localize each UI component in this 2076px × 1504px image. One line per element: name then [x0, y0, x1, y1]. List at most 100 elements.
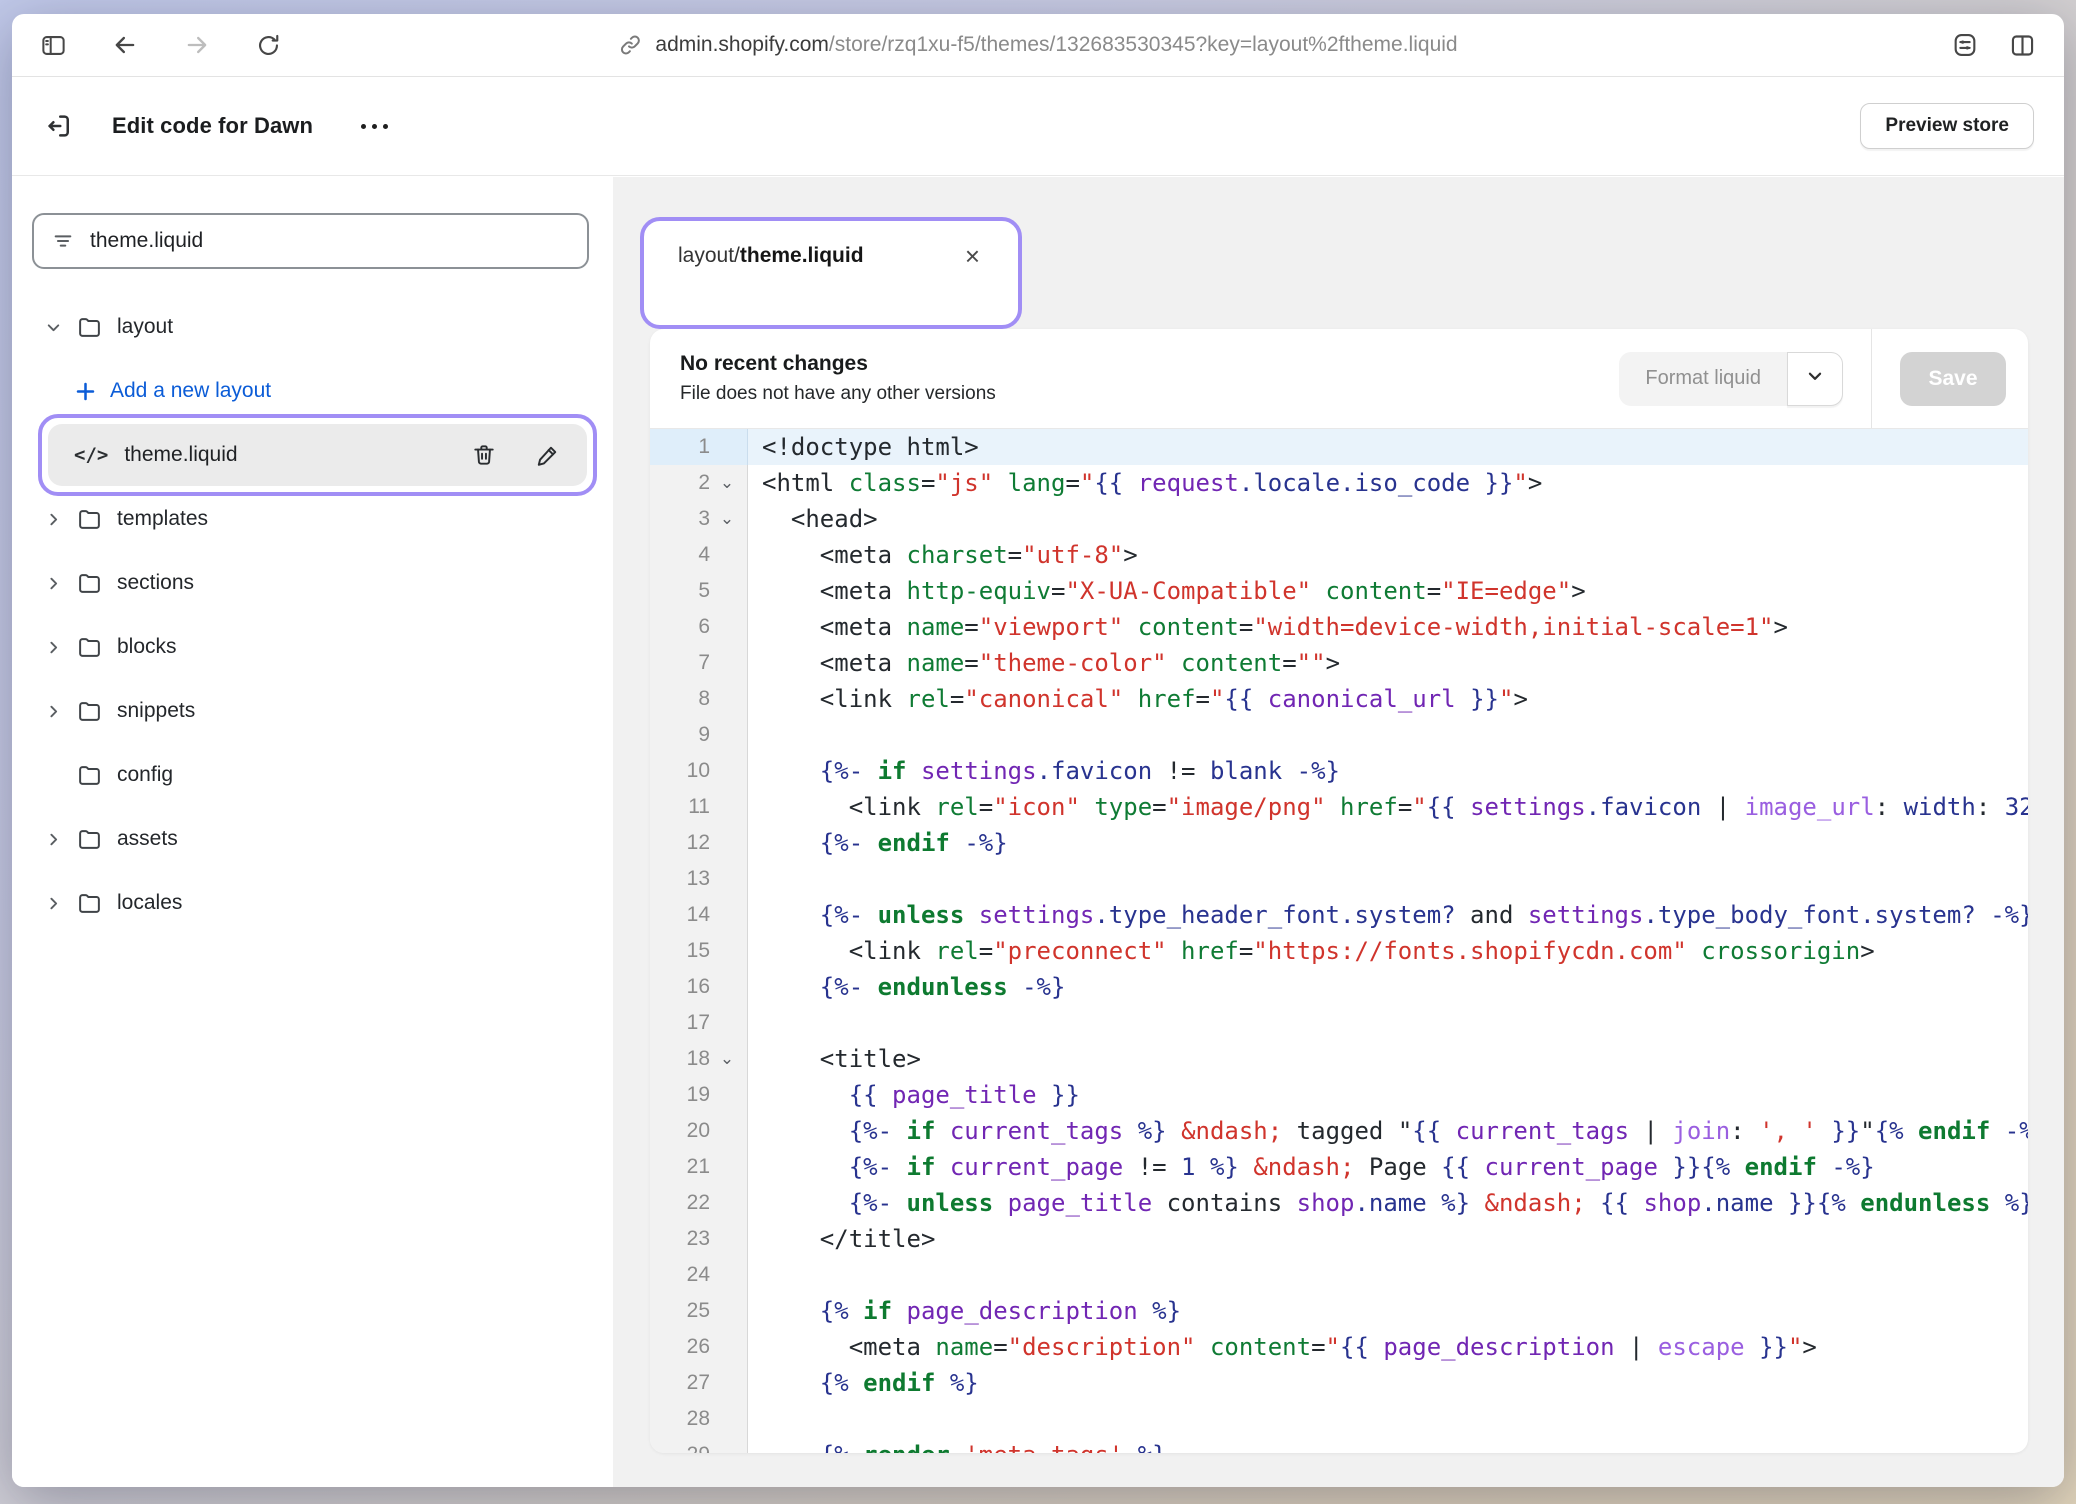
folder-icon	[74, 891, 104, 916]
code-line-text: <meta charset="utf-8">	[748, 541, 1138, 569]
reload-icon[interactable]	[255, 32, 282, 59]
search-input[interactable]	[90, 229, 569, 253]
sidebar-toggle-icon[interactable]	[40, 32, 67, 59]
gutter: 4	[650, 537, 748, 573]
code-line-3[interactable]: 3⌄ <head>	[650, 501, 2028, 537]
line-number: 8	[650, 687, 710, 711]
chevron-right-icon[interactable]	[40, 575, 66, 592]
sidebar-item-templates[interactable]: templates	[12, 487, 613, 551]
code-line-25[interactable]: 25 {% if page_description %}	[650, 1293, 2028, 1329]
selected-file-annotation-ring: </>theme.liquid	[38, 414, 597, 496]
sidebar-item-assets[interactable]: assets	[12, 807, 613, 871]
tree-item-label: config	[117, 763, 173, 787]
gutter: 21	[650, 1149, 748, 1185]
exit-icon[interactable]	[44, 111, 74, 141]
code-editor[interactable]: 1<!doctype html>2⌄<html class="js" lang=…	[650, 429, 2028, 1453]
code-line-18[interactable]: 18⌄ <title>	[650, 1041, 2028, 1077]
file-search-field[interactable]	[32, 213, 589, 269]
rename-icon[interactable]	[535, 442, 561, 468]
delete-icon[interactable]	[471, 442, 497, 468]
tree-item-label: Add a new layout	[110, 379, 271, 403]
page-settings-icon[interactable]	[1951, 31, 1979, 59]
code-line-text: {%- if current_page != 1 %} &ndash; Page…	[748, 1153, 1875, 1181]
code-line-19[interactable]: 19 {{ page_title }}	[650, 1077, 2028, 1113]
code-line-22[interactable]: 22 {%- unless page_title contains shop.n…	[650, 1185, 2028, 1221]
back-icon[interactable]	[111, 31, 139, 59]
code-line-text: <meta name="viewport" content="width=dev…	[748, 613, 1788, 641]
code-line-17[interactable]: 17	[650, 1005, 2028, 1041]
sidebar-item-layout[interactable]: layout	[12, 295, 613, 359]
code-line-15[interactable]: 15 <link rel="preconnect" href="https://…	[650, 933, 2028, 969]
format-liquid-button[interactable]: Format liquid	[1619, 352, 1787, 406]
chevron-right-icon[interactable]	[40, 703, 66, 720]
gutter: 5	[650, 573, 748, 609]
code-line-text: {%- if settings.favicon != blank -%}	[748, 757, 1340, 785]
code-line-text: {% render 'meta-tags' %}	[748, 1441, 1167, 1453]
chevron-down-icon	[1806, 367, 1824, 390]
code-line-21[interactable]: 21 {%- if current_page != 1 %} &ndash; P…	[650, 1149, 2028, 1185]
sidebar-item-config[interactable]: config	[12, 743, 613, 807]
code-line-5[interactable]: 5 <meta http-equiv="X-UA-Compatible" con…	[650, 573, 2028, 609]
tree-item-label: sections	[117, 571, 194, 595]
tab-layout-theme-liquid[interactable]: layout/theme.liquid ×	[644, 227, 1018, 285]
fold-toggle-icon[interactable]: ⌄	[710, 509, 744, 529]
save-button[interactable]: Save	[1900, 352, 2006, 406]
gutter: 14	[650, 897, 748, 933]
address-bar[interactable]: admin.shopify.com/store/rzq1xu-f5/themes…	[618, 14, 1457, 76]
fold-toggle-icon[interactable]: ⌄	[710, 1049, 744, 1069]
code-line-24[interactable]: 24	[650, 1257, 2028, 1293]
chevron-right-icon[interactable]	[40, 831, 66, 848]
line-number: 17	[650, 1011, 710, 1035]
tab-annotation-ring: layout/theme.liquid ×	[640, 217, 1022, 329]
code-line-20[interactable]: 20 {%- if current_tags %} &ndash; tagged…	[650, 1113, 2028, 1149]
chevron-right-icon[interactable]	[40, 639, 66, 656]
format-dropdown-button[interactable]	[1787, 352, 1843, 406]
line-number: 21	[650, 1155, 710, 1179]
sidebar-item-blocks[interactable]: blocks	[12, 615, 613, 679]
line-number: 27	[650, 1371, 710, 1395]
line-number: 20	[650, 1119, 710, 1143]
code-line-text: <head>	[748, 505, 878, 533]
gutter: 2⌄	[650, 465, 748, 501]
chevron-right-icon[interactable]	[40, 511, 66, 528]
split-view-icon[interactable]	[2009, 32, 2036, 59]
line-number: 15	[650, 939, 710, 963]
code-line-8[interactable]: 8 <link rel="canonical" href="{{ canonic…	[650, 681, 2028, 717]
code-line-10[interactable]: 10 {%- if settings.favicon != blank -%}	[650, 753, 2028, 789]
preview-store-button[interactable]: Preview store	[1860, 103, 2034, 149]
sidebar-item-locales[interactable]: locales	[12, 871, 613, 935]
sidebar-item-theme-liquid[interactable]: </>theme.liquid	[48, 424, 587, 486]
code-line-6[interactable]: 6 <meta name="viewport" content="width=d…	[650, 609, 2028, 645]
code-line-2[interactable]: 2⌄<html class="js" lang="{{ request.loca…	[650, 465, 2028, 501]
code-line-23[interactable]: 23 </title>	[650, 1221, 2028, 1257]
sidebar-item-snippets[interactable]: snippets	[12, 679, 613, 743]
code-line-text: <link rel="canonical" href="{{ canonical…	[748, 685, 1528, 713]
close-icon[interactable]: ×	[961, 241, 984, 271]
chevron-right-icon[interactable]	[40, 895, 66, 912]
code-line-7[interactable]: 7 <meta name="theme-color" content="">	[650, 645, 2028, 681]
code-line-27[interactable]: 27 {% endif %}	[650, 1365, 2028, 1401]
code-line-16[interactable]: 16 {%- endunless -%}	[650, 969, 2028, 1005]
code-line-14[interactable]: 14 {%- unless settings.type_header_font.…	[650, 897, 2028, 933]
code-line-text: <meta http-equiv="X-UA-Compatible" conte…	[748, 577, 1586, 605]
code-line-26[interactable]: 26 <meta name="description" content="{{ …	[650, 1329, 2028, 1365]
code-line-text: {%- endif -%}	[748, 829, 1008, 857]
folder-icon	[74, 699, 104, 724]
code-line-29[interactable]: 29 {% render 'meta-tags' %}	[650, 1437, 2028, 1453]
sidebar-item-sections[interactable]: sections	[12, 551, 613, 615]
more-actions-icon[interactable]	[355, 118, 394, 135]
gutter: 26	[650, 1329, 748, 1365]
code-line-13[interactable]: 13	[650, 861, 2028, 897]
code-line-9[interactable]: 9	[650, 717, 2028, 753]
gutter: 20	[650, 1113, 748, 1149]
status-title: No recent changes	[680, 352, 996, 376]
code-line-11[interactable]: 11 <link rel="icon" type="image/png" hre…	[650, 789, 2028, 825]
chevron-down-icon[interactable]	[40, 319, 66, 336]
line-number: 2	[650, 471, 710, 495]
code-line-1[interactable]: 1<!doctype html>	[650, 429, 2028, 465]
fold-toggle-icon[interactable]: ⌄	[710, 473, 744, 493]
code-line-12[interactable]: 12 {%- endif -%}	[650, 825, 2028, 861]
code-line-28[interactable]: 28	[650, 1401, 2028, 1437]
code-line-text: {%- endunless -%}	[748, 973, 1065, 1001]
code-line-4[interactable]: 4 <meta charset="utf-8">	[650, 537, 2028, 573]
